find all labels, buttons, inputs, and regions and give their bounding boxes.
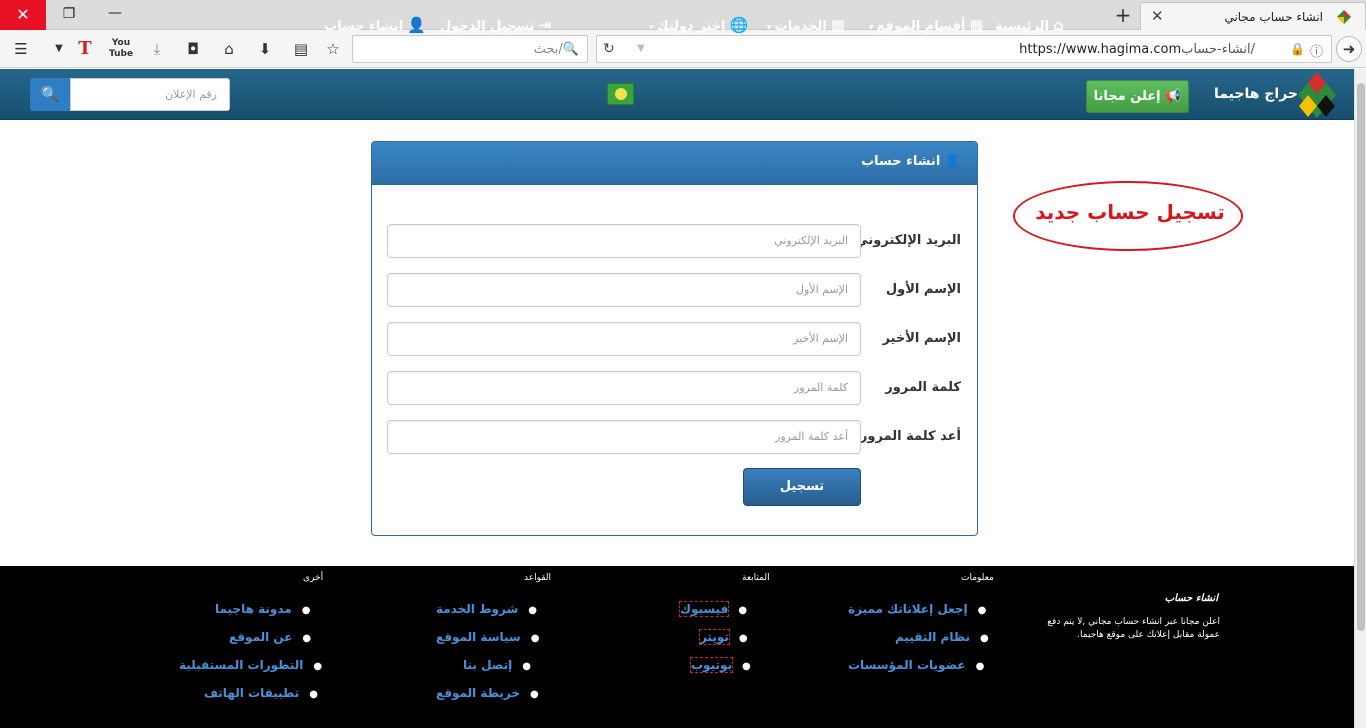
nav-country[interactable]: 🌐اختر دولتك ▾ — [649, 0, 748, 51]
clipboard-icon[interactable]: ▤ — [288, 36, 314, 62]
nav-register[interactable]: 👤انشاء حساب — [324, 0, 426, 51]
last-name-placeholder: الإسم الأخير — [793, 332, 848, 345]
confirm-password-placeholder: أعد كلمة المرور — [775, 430, 848, 443]
window-close-button[interactable]: ✕ — [0, 0, 46, 30]
ad-search-placeholder: رقم الإعلان — [165, 88, 217, 101]
logo-diamond-icon — [1298, 72, 1336, 118]
footer-col-title: أخرى — [303, 573, 324, 583]
grid-icon: ▦ — [969, 16, 984, 34]
footer-link[interactable]: ●سياسة الموقع — [436, 630, 539, 644]
url-dropdown-icon[interactable]: ▼ — [637, 43, 645, 54]
search-icon: 🔍 — [40, 85, 60, 103]
footer-col-title: القواعد — [524, 573, 552, 583]
download-icon[interactable]: ⤓ — [144, 36, 170, 62]
sign-in-icon: ⇥ — [538, 16, 552, 34]
minimize-icon: — — [108, 5, 122, 21]
confirm-password-label: أعد كلمة المرور — [859, 429, 961, 444]
globe-icon: 🌐 — [729, 16, 749, 34]
user-icon: 👤 — [944, 154, 961, 169]
footer-link[interactable]: ●خريطة الموقع — [436, 686, 539, 700]
pocket-icon[interactable]: ◘ — [180, 36, 206, 62]
footer-link-youtube[interactable]: ●يوتيوب — [689, 657, 751, 673]
home-icon[interactable]: ⌂ — [216, 36, 242, 62]
post-ad-button[interactable]: 📢 إعلن مجانا — [1086, 80, 1189, 113]
register-submit-button[interactable]: تسجيل — [743, 468, 861, 506]
caret-down-icon: ▾ — [869, 23, 877, 33]
reload-icon[interactable]: ↻ — [603, 41, 615, 57]
browser-tab[interactable]: ✕ انشاء حساب مجاني — [1140, 2, 1366, 30]
lock-icon[interactable]: 🔒 — [1290, 42, 1305, 56]
megaphone-icon: 📢 — [1165, 89, 1182, 104]
info-icon[interactable]: ⓘ — [1310, 41, 1323, 60]
tab-title: انشاء حساب مجاني — [1224, 10, 1323, 24]
panel-title: 👤 انشاء حساب — [861, 154, 961, 169]
caret-down-icon: ▾ — [767, 23, 775, 33]
footer-link[interactable]: ●التطورات المستقبلية — [179, 658, 322, 672]
last-name-label: الإسم الأخير — [882, 331, 961, 346]
password-label: كلمة المرور — [885, 380, 961, 395]
restore-icon: ❐ — [62, 6, 76, 22]
site-favicon-icon — [1337, 10, 1351, 24]
ad-number-search-input[interactable]: رقم الإعلان — [70, 78, 230, 111]
email-placeholder: البريد الإلكتروني — [774, 234, 848, 247]
user-icon: 👤 — [407, 16, 426, 34]
footer-link[interactable]: ●نظام التقييم — [895, 630, 989, 644]
email-label: البريد الإلكتروني — [855, 233, 961, 248]
footer-link[interactable]: ●مدونة هاجيما — [215, 602, 310, 616]
logo-text: حراج هاجيما — [1214, 86, 1298, 102]
nav-login[interactable]: ⇥تسجيل الدخول — [440, 0, 551, 51]
back-icon: ➜ — [1342, 40, 1356, 58]
country-flag-icon[interactable] — [607, 83, 634, 105]
plus-icon: + — [1114, 3, 1132, 27]
footer-about-title: انشاء حساب — [1164, 593, 1218, 604]
footer-link-twitter[interactable]: ●تويتر — [699, 629, 748, 645]
annotation-text: تسجيل حساب جديد — [1035, 200, 1225, 224]
site-logo[interactable]: حراج هاجيما — [1214, 72, 1336, 118]
text-icon[interactable]: T — [72, 36, 98, 62]
tab-close-icon[interactable]: ✕ — [1151, 7, 1164, 25]
password-field[interactable]: كلمة المرور — [387, 371, 861, 405]
last-name-field[interactable]: الإسم الأخير — [387, 322, 861, 356]
footer-link-facebook[interactable]: ●فيسبوك — [678, 601, 747, 617]
dropdown-icon[interactable]: ▼ — [46, 36, 72, 62]
footer-link[interactable]: ●شروط الخدمة — [436, 602, 537, 616]
panel-header: 👤 انشاء حساب — [372, 142, 977, 185]
back-button[interactable]: ➜ — [1336, 36, 1362, 62]
grid-icon: ▦ — [830, 16, 846, 34]
search-icon: 🔍 — [562, 42, 579, 57]
password-placeholder: كلمة المرور — [793, 381, 848, 394]
footer-link[interactable]: ●تطبيقات الهاتف — [204, 686, 318, 700]
caret-down-icon: ▾ — [649, 23, 657, 33]
ad-search-button[interactable]: 🔍 — [30, 78, 70, 111]
flag-emblem — [615, 88, 627, 100]
footer-col-title: المتابعة — [742, 573, 770, 583]
confirm-password-field[interactable]: أعد كلمة المرور — [387, 420, 861, 454]
nav-services[interactable]: ▦الخدمات ▾ — [767, 0, 845, 51]
site-footer: انشاء حساب اعلن مجانا عبر انشاء حساب مجا… — [0, 566, 1366, 728]
register-panel: 👤 انشاء حساب البريد الإلكتروني البريد ال… — [371, 141, 978, 536]
menu-icon[interactable]: ☰ — [8, 36, 34, 62]
arrow-down-icon[interactable]: ⬇ — [252, 36, 278, 62]
first-name-placeholder: الإسم الأول — [796, 283, 848, 296]
footer-about-text: اعلن مجانا عبر انشاء حساب مجاني ,لا يتم … — [1047, 617, 1220, 640]
youtube-icon[interactable]: You Tube — [108, 36, 134, 62]
first-name-label: الإسم الأول — [885, 282, 961, 297]
scrollbar-thumb[interactable] — [1357, 83, 1365, 631]
footer-link[interactable]: ●عن الموقع — [229, 630, 311, 644]
window-minimize-button[interactable]: — — [92, 0, 138, 30]
nav-sections[interactable]: ▦أقسام الموقع ▾ — [869, 0, 984, 51]
footer-col-title: معلومات — [961, 573, 994, 583]
new-tab-button[interactable]: + — [1110, 4, 1136, 28]
footer-link[interactable]: ●إجعل إعلاناتك مميزة — [848, 602, 986, 616]
email-field[interactable]: البريد الإلكتروني — [387, 224, 861, 258]
home-icon: ⌂ — [1053, 16, 1064, 34]
annotation-ellipse: تسجيل حساب جديد — [1013, 181, 1243, 251]
footer-link[interactable]: ●عضويات المؤسسات — [848, 658, 984, 672]
first-name-field[interactable]: الإسم الأول — [387, 273, 861, 307]
nav-home[interactable]: ⌂الرئيسية — [995, 0, 1064, 51]
footer-link[interactable]: ●إتصل بنا — [463, 658, 531, 672]
close-icon: ✕ — [16, 5, 30, 24]
page-scrollbar[interactable] — [1354, 69, 1366, 728]
window-restore-button[interactable]: ❐ — [46, 0, 92, 30]
